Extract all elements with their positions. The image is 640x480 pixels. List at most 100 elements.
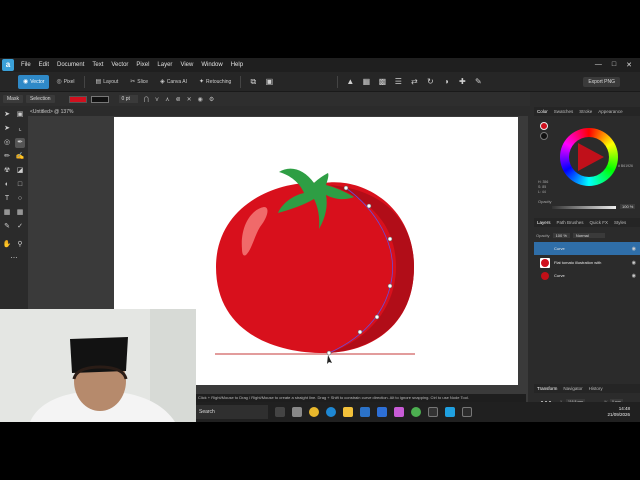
vector-crop-icon[interactable]: ✎	[2, 222, 12, 232]
fill-swatch[interactable]	[68, 95, 87, 103]
persona-vector-button[interactable]: ◉ Vector	[18, 74, 50, 89]
table-tool-icon[interactable]: ▦	[15, 208, 25, 218]
tab-swatches[interactable]: Swatches	[551, 109, 577, 114]
snap-options-icon[interactable]: ◉	[198, 96, 203, 103]
menu-file[interactable]: File	[17, 62, 35, 68]
gradient-tool-icon[interactable]: ◪	[15, 166, 25, 176]
saturation-triangle[interactable]	[578, 143, 604, 171]
opacity-slider[interactable]	[552, 206, 616, 209]
edge-icon[interactable]	[326, 407, 336, 417]
shape-tool-icon[interactable]: □	[15, 180, 25, 190]
close-icon[interactable]: ✕	[626, 61, 632, 69]
ellipse-tool-icon[interactable]: ○	[15, 194, 25, 204]
pencil-tool-icon[interactable]: ✏	[2, 152, 12, 162]
copy-icon[interactable]: ⧉	[248, 77, 258, 87]
node-tool-icon[interactable]: ➤	[2, 124, 12, 134]
photos-icon[interactable]	[394, 407, 404, 417]
task-view-icon[interactable]	[275, 407, 285, 417]
selection-button[interactable]: Selection	[25, 95, 55, 103]
image-tool-icon[interactable]: ▦	[2, 208, 12, 218]
store-icon[interactable]	[377, 407, 387, 417]
layer-opacity-field[interactable]: 100 %	[552, 232, 570, 238]
backward-icon[interactable]: ▩	[377, 77, 387, 87]
tab-path-brushes[interactable]: Path Brushes	[554, 220, 587, 225]
rotate-icon[interactable]: ↻	[425, 77, 435, 87]
pen-icon[interactable]: ✎	[473, 77, 483, 87]
layer-row[interactable]: Curve ◉	[534, 242, 640, 255]
flip-icon[interactable]: ⇄	[409, 77, 419, 87]
crop-tool-icon[interactable]: ⌞	[15, 124, 25, 134]
blend-mode-select[interactable]: Normal	[572, 232, 605, 238]
eye-icon[interactable]: ◉	[632, 260, 636, 266]
file-explorer-icon[interactable]	[343, 407, 353, 417]
menu-layer[interactable]: Layer	[153, 62, 176, 68]
arrange-icon[interactable]: ▲	[345, 77, 355, 87]
group-icon[interactable]: ▣	[264, 77, 274, 87]
mail-icon[interactable]	[360, 407, 370, 417]
persona-ai-button[interactable]: ◈ Canva AI	[155, 75, 192, 89]
tab-appearance[interactable]: Appearance	[595, 109, 625, 114]
tab-quick-fx[interactable]: Quick FX	[587, 220, 612, 225]
brush-tool-icon[interactable]: ✍	[15, 152, 25, 162]
tab-layers[interactable]: Layers	[534, 220, 554, 225]
contour-tool-icon[interactable]: ◎	[2, 138, 12, 148]
tab-navigator[interactable]: Navigator	[560, 386, 585, 391]
menu-vector[interactable]: Vector	[107, 62, 132, 68]
zoom-tool-icon[interactable]: ⚲	[15, 240, 25, 250]
stroke-width-field[interactable]: 0 pt	[118, 95, 138, 103]
close-curve-icon[interactable]: ✕	[187, 96, 192, 103]
designer-app-icon[interactable]	[445, 407, 455, 417]
menu-help[interactable]: Help	[227, 62, 247, 68]
affinity-app-icon[interactable]	[462, 407, 472, 417]
curve-node[interactable]	[387, 236, 393, 242]
align-icon[interactable]: ☰	[393, 77, 403, 87]
minimize-icon[interactable]: —	[595, 61, 602, 69]
eye-icon[interactable]: ◉	[632, 246, 636, 252]
text-tool-icon[interactable]: T	[2, 194, 12, 204]
layer-row[interactable]: Flat tomato illustration with ◉	[534, 256, 640, 269]
tab-stroke[interactable]: Stroke	[576, 109, 595, 114]
menu-document[interactable]: Document	[53, 62, 88, 68]
eyedropper-icon[interactable]: ✓	[15, 222, 25, 232]
node-convert-icon[interactable]: ⋐	[176, 96, 181, 103]
chrome-icon[interactable]	[309, 407, 319, 417]
hex-value[interactable]: # B61926	[618, 164, 633, 168]
eye-icon[interactable]: ◉	[632, 273, 636, 279]
tab-history[interactable]: History	[586, 386, 606, 391]
tab-color[interactable]: Color	[534, 109, 551, 114]
persona-pixel-button[interactable]: ◎ Pixel	[51, 75, 79, 89]
menu-view[interactable]: View	[176, 62, 197, 68]
curve-node[interactable]	[387, 283, 393, 289]
browser-icon[interactable]	[411, 407, 421, 417]
menu-pixel[interactable]: Pixel	[132, 62, 153, 68]
node-type-icon[interactable]: ⋂	[144, 96, 149, 103]
curve-node[interactable]	[343, 185, 349, 191]
hand-tool-icon[interactable]: ✋	[2, 240, 12, 250]
node-sharp-icon[interactable]: ⋏	[165, 96, 169, 103]
boolean-icon[interactable]: ◑	[441, 77, 451, 87]
curve-node[interactable]	[357, 329, 363, 335]
stroke-color-swatch[interactable]	[540, 132, 548, 140]
move-tool-icon[interactable]: ➤	[2, 110, 12, 120]
persona-layout-button[interactable]: ▤ Layout	[91, 75, 124, 89]
stroke-swatch[interactable]	[90, 95, 109, 103]
tab-styles[interactable]: Styles	[611, 220, 629, 225]
fill-color-swatch[interactable]	[540, 122, 548, 130]
pen-tool-icon[interactable]: ✒	[15, 138, 25, 148]
transparency-tool-icon[interactable]: ◐	[2, 180, 12, 190]
mask-button[interactable]: Mask	[3, 95, 23, 103]
color-wheel[interactable]	[560, 128, 618, 186]
menu-edit[interactable]: Edit	[35, 62, 53, 68]
node-smooth-icon[interactable]: ⋎	[155, 96, 159, 103]
more-tools-icon[interactable]: ⋯	[9, 254, 19, 264]
forward-icon[interactable]: ▦	[361, 77, 371, 87]
curve-node[interactable]	[366, 203, 372, 209]
settings-icon[interactable]: ⚙	[209, 96, 214, 103]
camera-app-icon[interactable]	[428, 407, 438, 417]
tab-transform[interactable]: Transform	[534, 386, 560, 391]
layer-row[interactable]: Curve ◉	[534, 269, 640, 282]
artboard-tool-icon[interactable]: ▣	[15, 110, 25, 120]
files-app-icon[interactable]	[292, 407, 302, 417]
opacity-value[interactable]: 100 %	[620, 204, 636, 209]
taskbar-search[interactable]: Search	[196, 405, 268, 419]
